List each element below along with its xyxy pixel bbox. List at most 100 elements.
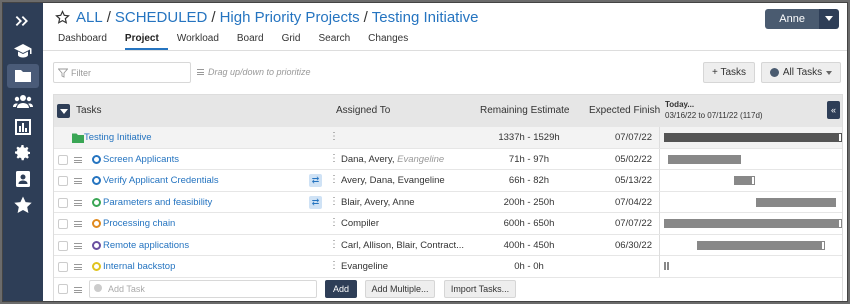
row-checkbox[interactable] [58, 219, 68, 229]
breadcrumb-separator: / [106, 9, 111, 26]
gantt-bar[interactable] [733, 176, 756, 185]
add-task-checkbox [58, 284, 68, 294]
graduation-cap-icon[interactable] [7, 39, 39, 63]
kebab-menu-icon[interactable]: ⋮ [329, 217, 339, 228]
gear-icon[interactable] [7, 141, 39, 165]
milestone-marker[interactable] [664, 262, 669, 270]
kebab-menu-icon[interactable]: ⋮ [329, 153, 339, 164]
drag-handle-icon[interactable] [74, 199, 82, 206]
kebab-menu-icon[interactable]: ⋮ [329, 196, 339, 207]
tab-grid[interactable]: Grid [282, 30, 310, 50]
assigned-to[interactable]: Carl, Allison, Blair, Contract... [341, 240, 464, 251]
status-circle-icon[interactable] [92, 176, 101, 185]
expand-sidebar-icon[interactable] [7, 9, 39, 33]
drag-handle-icon[interactable] [74, 178, 82, 184]
gantt-bar[interactable] [664, 219, 842, 228]
chart-icon[interactable] [7, 115, 39, 139]
folder-icon [72, 133, 84, 143]
add-button[interactable]: Add [325, 280, 357, 298]
group-name[interactable]: Testing Initiative [84, 132, 152, 143]
kebab-menu-icon[interactable]: ⋮ [329, 260, 339, 271]
breadcrumb-all[interactable]: ALL [76, 9, 103, 26]
task-name[interactable]: Verify Applicant Credentials [103, 175, 219, 186]
row-checkbox[interactable] [58, 154, 68, 165]
chevron-down-icon[interactable] [819, 9, 839, 29]
row-checkbox[interactable] [58, 240, 68, 251]
gantt-bar[interactable] [755, 197, 837, 207]
table-row[interactable]: Internal backstop ⋮ Evangeline 0h - 0h [54, 256, 842, 278]
assigned-to[interactable]: Dana, Avery, Evangeline [341, 154, 444, 165]
drag-handle-icon[interactable] [74, 221, 82, 227]
gantt-bar[interactable] [664, 133, 842, 142]
user-menu[interactable]: Anne [765, 9, 839, 29]
favorite-star-icon[interactable] [55, 10, 70, 25]
contact-card-icon[interactable] [7, 167, 39, 191]
add-tasks-button[interactable]: + Tasks [703, 62, 755, 83]
tab-search[interactable]: Search [318, 30, 359, 50]
breadcrumb-scheduled[interactable]: SCHEDULED [115, 9, 208, 26]
table-row[interactable]: Processing chain ⋮ Compiler 600h - 650h 07/0… [54, 213, 842, 235]
tab-project[interactable]: Project [124, 30, 168, 50]
assigned-to[interactable]: Blair, Avery, Anne [341, 197, 415, 208]
row-checkbox[interactable] [58, 262, 68, 272]
task-name[interactable]: Remote applications [103, 240, 189, 251]
filter-input[interactable]: Filter [53, 62, 191, 83]
star-icon[interactable] [7, 193, 39, 217]
table-row[interactable]: Parameters and feasibility ⇄ ⋮ Blair, Avery… [54, 191, 842, 213]
import-tasks-button[interactable]: Import Tasks... [444, 280, 516, 298]
group-finish: 07/07/22 [615, 132, 652, 143]
add-task-input[interactable]: Add Task [89, 280, 317, 298]
main-panel: ALL / SCHEDULED / High Priority Projects… [43, 3, 847, 301]
collapse-all-icon[interactable] [57, 104, 70, 118]
sync-icon[interactable]: ⇄ [309, 174, 322, 187]
breadcrumb-high-priority[interactable]: High Priority Projects [220, 9, 360, 26]
table-row[interactable]: Verify Applicant Credentials ⇄ ⋮ Avery, Dan… [54, 170, 842, 192]
gantt-bar[interactable] [696, 240, 826, 250]
assignees: Compiler [341, 218, 380, 229]
header-assigned[interactable]: Assigned To [336, 105, 390, 116]
assigned-to[interactable]: Evangeline [341, 261, 388, 272]
today-label[interactable]: Today... [665, 100, 694, 109]
kebab-menu-icon[interactable]: ⋮ [329, 174, 339, 185]
drag-handle-icon[interactable] [74, 264, 82, 270]
group-row[interactable]: Testing Initiative ⋮ 1337h - 1529h 07/07… [54, 127, 842, 149]
tab-dashboard[interactable]: Dashboard [58, 30, 116, 50]
header-finish[interactable]: Expected Finish [589, 105, 660, 116]
add-status-dot-icon [94, 284, 102, 292]
users-icon[interactable] [7, 90, 39, 114]
table-row[interactable]: Remote applications ⋮ Carl, Allison, Blair… [54, 234, 842, 256]
assigned-to[interactable]: Avery, Dana, Evangeline [341, 175, 445, 186]
gantt-cell [659, 213, 842, 234]
assigned-to[interactable]: Compiler [341, 218, 379, 229]
row-checkbox[interactable] [58, 176, 68, 186]
hint-text: Drag up/down to prioritize [208, 67, 311, 77]
gantt-bar[interactable] [667, 154, 741, 164]
all-tasks-dropdown[interactable]: All Tasks [761, 62, 841, 83]
header-estimate[interactable]: Remaining Estimate [480, 105, 569, 116]
task-name[interactable]: Internal backstop [103, 261, 175, 272]
user-name[interactable]: Anne [765, 9, 819, 29]
kebab-menu-icon[interactable]: ⋮ [329, 131, 339, 142]
status-circle-icon[interactable] [92, 219, 101, 228]
task-name[interactable]: Processing chain [103, 218, 175, 229]
tab-workload[interactable]: Workload [177, 30, 228, 50]
status-circle-icon[interactable] [92, 154, 101, 164]
breadcrumb-current[interactable]: Testing Initiative [372, 9, 479, 26]
tab-changes[interactable]: Changes [368, 30, 417, 50]
status-circle-icon[interactable] [92, 197, 101, 207]
table-row[interactable]: Screen Applicants ⋮ Dana, Avery, Evangelin… [54, 148, 842, 170]
gantt-collapse-icon[interactable]: « [827, 101, 840, 119]
drag-handle-icon[interactable] [74, 242, 82, 249]
task-name[interactable]: Screen Applicants [103, 154, 179, 165]
tab-board[interactable]: Board [237, 30, 273, 50]
sync-icon[interactable]: ⇄ [309, 195, 322, 209]
add-multiple-button[interactable]: Add Multiple... [365, 280, 435, 298]
task-name[interactable]: Parameters and feasibility [103, 197, 212, 208]
kebab-menu-icon[interactable]: ⋮ [329, 239, 339, 250]
drag-handle-icon[interactable] [74, 156, 82, 163]
header-tasks[interactable]: Tasks [76, 105, 102, 116]
status-circle-icon[interactable] [92, 262, 101, 271]
row-checkbox[interactable] [58, 197, 68, 208]
folder-icon[interactable] [7, 64, 39, 88]
status-circle-icon[interactable] [92, 240, 101, 250]
